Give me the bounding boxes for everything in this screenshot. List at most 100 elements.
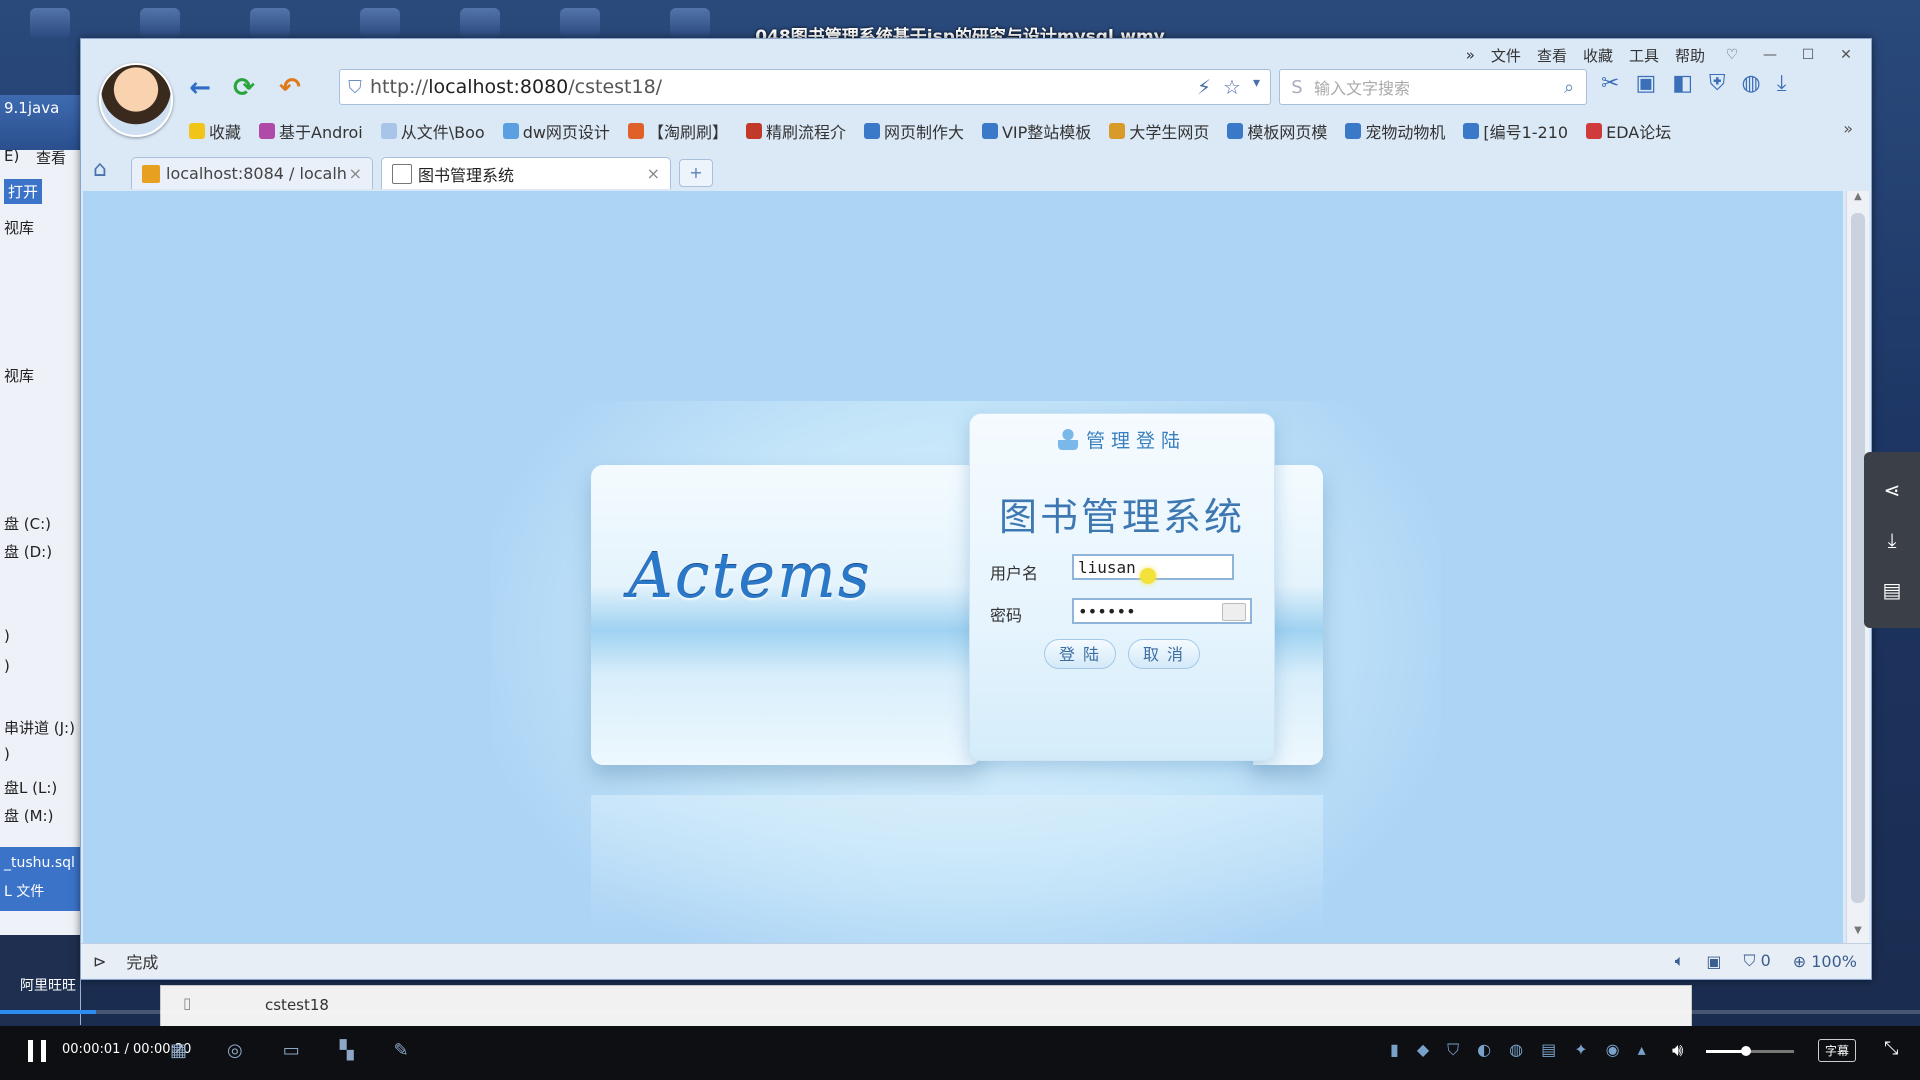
adblock-icon[interactable]: ⛉ 0: [1743, 951, 1770, 971]
bookmark-item[interactable]: 【淘刷刷】: [627, 119, 728, 143]
chevron-down-icon[interactable]: ▾: [1253, 75, 1260, 99]
tray-icon[interactable]: ◉: [1606, 1040, 1620, 1060]
search-engine-icon[interactable]: S: [1280, 77, 1314, 98]
bookmark-item[interactable]: [编号1-210: [1463, 119, 1568, 143]
explorer-drive[interactable]: ): [4, 627, 10, 645]
explorer-menu-item[interactable]: E): [4, 147, 19, 165]
tray-icon[interactable]: ⛉: [1447, 1040, 1459, 1060]
tray-icon[interactable]: ▤: [1541, 1040, 1556, 1060]
security-shield-icon[interactable]: ⛨: [1709, 71, 1726, 96]
scroll-thumb[interactable]: [1851, 213, 1865, 903]
search-box[interactable]: S 输入文字搜索 ⌕: [1279, 69, 1587, 105]
bookmark-item[interactable]: 基于Androi: [259, 119, 363, 143]
video-progress-bar[interactable]: [0, 1010, 1920, 1014]
explorer-drive[interactable]: 盘L (L:): [4, 777, 57, 798]
tab-close-icon[interactable]: ×: [349, 164, 362, 183]
tray-icon[interactable]: ◍: [1509, 1040, 1523, 1060]
new-tab-button[interactable]: +: [679, 159, 713, 187]
sidebar-toggle-icon[interactable]: ⊳: [93, 952, 106, 971]
undo-icon[interactable]: ↶: [275, 73, 305, 103]
translate-icon[interactable]: ◧: [1672, 71, 1693, 96]
menu-more[interactable]: »: [1466, 46, 1475, 64]
login-button[interactable]: 登陆: [1044, 639, 1116, 669]
password-field[interactable]: ••••••: [1072, 598, 1252, 624]
tab-localhost[interactable]: localhost:8084 / localh ×: [131, 157, 373, 189]
bookmark-item[interactable]: 网页制作大: [863, 119, 964, 143]
aliwangwang-label[interactable]: 阿里旺旺: [20, 975, 76, 995]
bookmark-item[interactable]: 从文件\Boo: [380, 119, 485, 143]
bookmark-favorites[interactable]: 收藏: [189, 119, 241, 143]
explorer-item[interactable]: 视库: [4, 365, 34, 386]
menu-favorites[interactable]: 收藏: [1583, 45, 1613, 66]
minimize-icon[interactable]: —: [1759, 45, 1781, 65]
tray-icon[interactable]: ◐: [1477, 1040, 1491, 1060]
volume-icon[interactable]: 🔊︎: [1672, 1040, 1683, 1061]
explorer-drive[interactable]: 串讲道 (J:): [4, 717, 75, 738]
screenshot-icon[interactable]: ▣: [1706, 952, 1721, 971]
exit-fullscreen-icon[interactable]: ⤡: [1884, 1038, 1898, 1059]
user-avatar[interactable]: [99, 63, 173, 137]
menu-file[interactable]: 文件: [1491, 45, 1521, 66]
share-icon[interactable]: ⋖: [1864, 478, 1920, 502]
back-arrow-icon[interactable]: ←: [185, 73, 215, 103]
cancel-button[interactable]: 取消: [1128, 639, 1200, 669]
bookmark-item[interactable]: VIP整站模板: [981, 119, 1091, 143]
explorer-drive[interactable]: 盘 (D:): [4, 541, 52, 562]
skin-icon[interactable]: ♡: [1721, 45, 1743, 65]
globe-icon[interactable]: ◍: [1742, 71, 1761, 96]
lightning-icon[interactable]: ⚡: [1197, 75, 1211, 99]
explorer-item[interactable]: 视库: [4, 217, 34, 238]
zoom-level[interactable]: ⊕ 100%: [1793, 952, 1857, 971]
taskbar-app-icon[interactable]: ✎: [394, 1040, 409, 1061]
screenshot-icon[interactable]: ▣: [1635, 71, 1656, 96]
taskbar-app-icon[interactable]: ◎: [227, 1040, 243, 1061]
address-bar[interactable]: ⛉ http://localhost:8080/cstest18/ ⚡ ☆ ▾: [339, 69, 1271, 105]
explorer-drive[interactable]: ): [4, 745, 10, 763]
pause-icon[interactable]: [28, 1040, 46, 1062]
bookmark-item[interactable]: dw网页设计: [502, 119, 610, 143]
tray-icon[interactable]: ▮: [1390, 1040, 1399, 1060]
menu-view[interactable]: 查看: [1537, 45, 1567, 66]
explorer-item[interactable]: 9.1java: [4, 99, 59, 117]
download-icon[interactable]: ⤓: [1777, 71, 1787, 96]
keyboard-icon[interactable]: [1222, 603, 1246, 621]
taskbar-app-icon[interactable]: ▚: [340, 1040, 354, 1061]
delete-icon[interactable]: ▤: [1864, 578, 1920, 602]
star-icon[interactable]: ☆: [1223, 75, 1241, 99]
speaker-icon[interactable]: 🔈︎: [1675, 951, 1685, 971]
bookmark-item[interactable]: EDA论坛: [1586, 119, 1671, 143]
explorer-drive[interactable]: 盘 (M:): [4, 805, 53, 826]
tab-library-system[interactable]: 图书管理系统 ×: [381, 157, 671, 189]
explorer-drive[interactable]: ): [4, 657, 10, 675]
download-icon[interactable]: ⤓: [1864, 528, 1920, 552]
tray-icon[interactable]: ▴: [1638, 1040, 1646, 1060]
folder-icon[interactable]: ▭: [283, 1040, 300, 1061]
maximize-icon[interactable]: ☐: [1797, 45, 1819, 65]
scroll-up-icon[interactable]: ▲: [1847, 191, 1869, 209]
bookmark-item[interactable]: 宠物动物机: [1345, 119, 1445, 143]
explorer-open-button[interactable]: 打开: [4, 179, 43, 204]
address-url[interactable]: http://localhost:8080/cstest18/: [370, 76, 1197, 98]
scissors-icon[interactable]: ✂: [1601, 71, 1619, 96]
tab-close-icon[interactable]: ×: [647, 164, 660, 183]
taskbar-app-icon[interactable]: ▦: [170, 1040, 187, 1061]
bookmarks-more-icon[interactable]: »: [1843, 119, 1853, 138]
home-icon[interactable]: ⌂: [93, 157, 107, 182]
menu-tools[interactable]: 工具: [1629, 45, 1659, 66]
subtitle-button[interactable]: 字幕: [1818, 1039, 1857, 1062]
menu-help[interactable]: 帮助: [1675, 45, 1705, 66]
search-placeholder[interactable]: 输入文字搜索: [1314, 75, 1552, 99]
search-icon[interactable]: ⌕: [1552, 77, 1586, 98]
tray-icon[interactable]: ◆: [1417, 1040, 1429, 1060]
explorer-menu-item[interactable]: 查看: [36, 147, 66, 168]
explorer-selected-file[interactable]: _tushu.sql L 文件: [0, 847, 80, 911]
refresh-icon[interactable]: ⟳: [229, 73, 259, 103]
bookmark-item[interactable]: 大学生网页: [1109, 119, 1209, 143]
explorer-drive[interactable]: 盘 (C:): [4, 513, 51, 534]
scroll-down-icon[interactable]: ▼: [1847, 925, 1869, 943]
close-icon[interactable]: ✕: [1835, 45, 1857, 65]
volume-slider[interactable]: [1706, 1046, 1794, 1056]
bookmark-item[interactable]: 精刷流程介: [745, 119, 846, 143]
tray-icon[interactable]: ✦: [1574, 1040, 1587, 1060]
bookmark-item[interactable]: 模板网页模: [1227, 119, 1327, 143]
